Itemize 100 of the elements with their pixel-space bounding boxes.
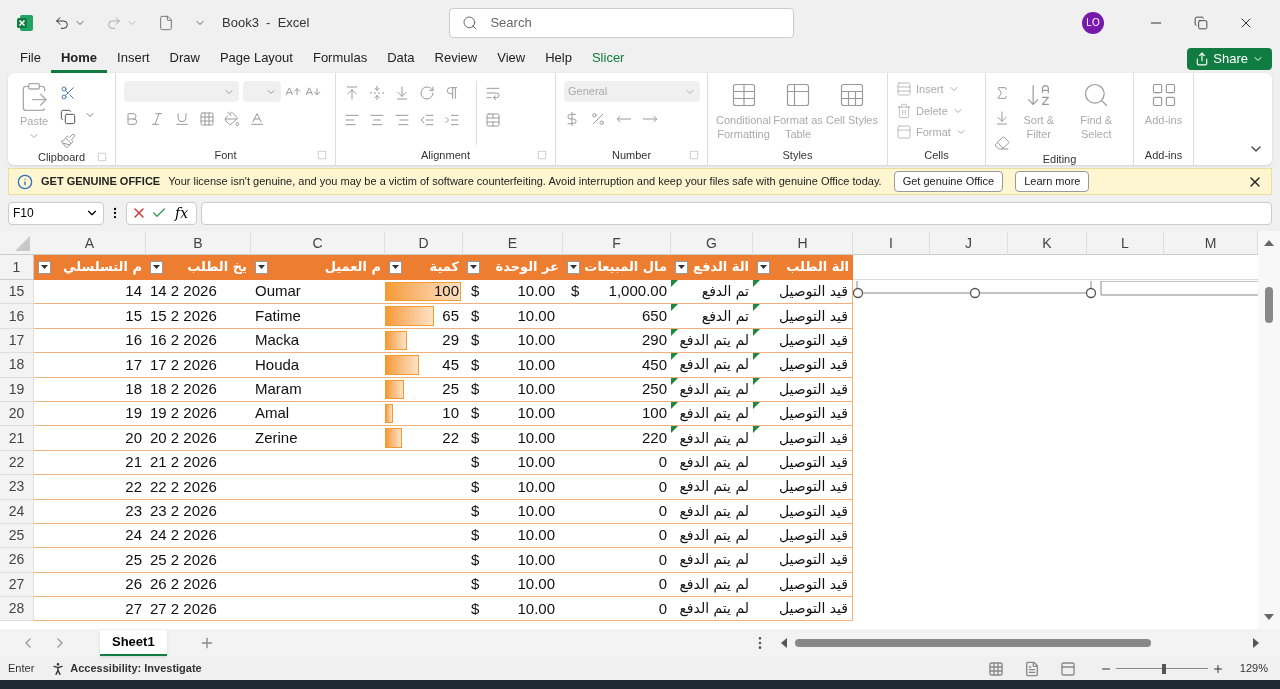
filter-button[interactable] — [150, 260, 163, 274]
share-button[interactable]: Share — [1187, 48, 1272, 70]
menu-tab[interactable]: Page Layout — [209, 45, 303, 73]
menu-tab[interactable]: View — [487, 45, 536, 73]
dialog-launcher-icon[interactable] — [317, 150, 327, 160]
filter-button[interactable] — [255, 260, 268, 274]
redo-icon[interactable] — [106, 14, 122, 31]
menu-tab[interactable]: Insert — [107, 45, 160, 73]
row-header[interactable]: 28 — [0, 597, 34, 622]
percent-icon[interactable] — [590, 111, 606, 127]
font-color-icon[interactable] — [249, 111, 265, 127]
menu-tab[interactable]: Formulas — [302, 45, 378, 73]
page-layout-view-icon[interactable] — [1023, 660, 1040, 677]
row-header[interactable]: 18 — [0, 353, 34, 378]
row-header[interactable]: 21 — [0, 426, 34, 451]
row-header[interactable]: 24 — [0, 499, 34, 524]
decrease-indent-icon[interactable] — [419, 112, 435, 128]
autosum-icon[interactable] — [994, 85, 1010, 101]
format-painter-icon[interactable] — [60, 133, 76, 149]
vertical-scrollbar[interactable] — [1258, 231, 1280, 629]
fill-icon[interactable] — [994, 110, 1010, 126]
scroll-thumb[interactable] — [1265, 287, 1273, 323]
bold-icon[interactable] — [124, 111, 140, 127]
formula-input[interactable] — [201, 201, 1272, 225]
search-field[interactable]: Search — [449, 7, 795, 38]
column-header[interactable]: K — [1008, 231, 1087, 255]
filter-button[interactable] — [38, 260, 51, 274]
new-file-icon[interactable] — [158, 14, 174, 31]
row-header[interactable]: 19 — [0, 377, 34, 402]
notice-title: GET GENUINE OFFICE — [41, 174, 161, 190]
scroll-down-icon[interactable] — [1264, 613, 1274, 621]
orientation-icon[interactable] — [419, 85, 435, 101]
align-left-icon[interactable] — [344, 112, 360, 128]
dialog-launcher-icon[interactable] — [689, 150, 699, 160]
dialog-launcher-icon[interactable] — [97, 152, 107, 163]
clear-icon[interactable] — [994, 135, 1010, 151]
notice-button[interactable]: Learn more — [1015, 171, 1090, 192]
copy-icon[interactable] — [60, 109, 76, 125]
wrap-text-icon[interactable] — [485, 85, 501, 101]
filter-button[interactable] — [567, 260, 580, 274]
notice-button[interactable]: Get genuine Office — [893, 171, 1004, 192]
scroll-left-icon[interactable] — [780, 638, 787, 648]
zoom-slider-thumb[interactable] — [1161, 663, 1166, 674]
horizontal-scrollbar[interactable] — [780, 635, 1260, 651]
scroll-thumb[interactable] — [795, 639, 1151, 647]
menu-tab[interactable]: Data — [377, 45, 425, 73]
sheet-tab[interactable]: Sheet1 — [100, 630, 167, 656]
menu-tab[interactable]: Slicer — [581, 45, 635, 73]
row-header[interactable]: 26 — [0, 548, 34, 573]
dialog-launcher-icon[interactable] — [537, 150, 547, 160]
table-cell-text: 22 — [125, 476, 142, 497]
row-header[interactable]: 27 — [0, 572, 34, 598]
row-header[interactable]: 15 — [0, 280, 34, 305]
zoom-level[interactable]: 129% — [1239, 660, 1268, 677]
bottom-align-icon[interactable] — [394, 85, 410, 101]
page-break-view-icon[interactable] — [1059, 660, 1076, 677]
row-header[interactable]: 22 — [0, 450, 34, 476]
accessibility-status[interactable]: Accessibility: Investigate — [70, 660, 202, 677]
merge-icon[interactable] — [485, 112, 501, 128]
increase-indent-icon[interactable] — [444, 112, 460, 128]
cut-icon[interactable] — [60, 85, 76, 101]
row-header[interactable]: 25 — [0, 523, 34, 549]
menu-tab[interactable]: File — [10, 45, 51, 73]
row-header[interactable]: 23 — [0, 475, 34, 500]
italic-icon[interactable] — [149, 111, 165, 127]
menu-tab[interactable]: Review — [424, 45, 488, 73]
table-cell-text: 10.00 — [517, 379, 555, 399]
column-header[interactable]: J — [930, 231, 1008, 255]
filter-button[interactable] — [675, 260, 688, 274]
scroll-up-icon[interactable] — [1264, 239, 1274, 247]
font-name-field[interactable] — [124, 81, 239, 102]
borders-icon[interactable] — [199, 111, 215, 127]
normal-view-icon[interactable] — [987, 660, 1004, 677]
user-avatar[interactable]: LO — [1082, 11, 1104, 34]
row-header[interactable]: 16 — [0, 304, 34, 329]
fill-color-icon[interactable] — [224, 111, 240, 127]
currency-icon[interactable] — [564, 111, 580, 127]
restore-icon[interactable] — [1194, 15, 1208, 30]
row-header[interactable]: 20 — [0, 401, 34, 427]
zoom-in-icon[interactable] — [1211, 662, 1224, 675]
filter-button[interactable] — [757, 260, 770, 274]
font-size-field[interactable] — [243, 81, 281, 102]
undo-icon[interactable] — [54, 14, 70, 31]
align-right-icon[interactable] — [394, 112, 410, 128]
underline-icon[interactable] — [174, 111, 190, 127]
top-align-icon[interactable] — [344, 85, 360, 101]
name-box[interactable]: F10 — [8, 201, 104, 225]
menu-tab[interactable]: Help — [535, 45, 582, 73]
row-header[interactable]: 1 — [0, 255, 34, 280]
filter-button[interactable] — [467, 260, 480, 274]
row-header[interactable]: 17 — [0, 328, 34, 354]
scroll-right-icon[interactable] — [1253, 638, 1260, 648]
text-direction-icon[interactable] — [444, 85, 460, 101]
table-cell-text: 10.00 — [517, 574, 555, 595]
column-header[interactable]: L — [1087, 231, 1164, 255]
middle-align-icon[interactable] — [369, 85, 385, 101]
column-header[interactable]: I — [853, 231, 930, 255]
align-center-icon[interactable] — [369, 112, 385, 128]
filter-button[interactable] — [389, 260, 402, 274]
menu-tab[interactable]: Draw — [159, 45, 210, 73]
